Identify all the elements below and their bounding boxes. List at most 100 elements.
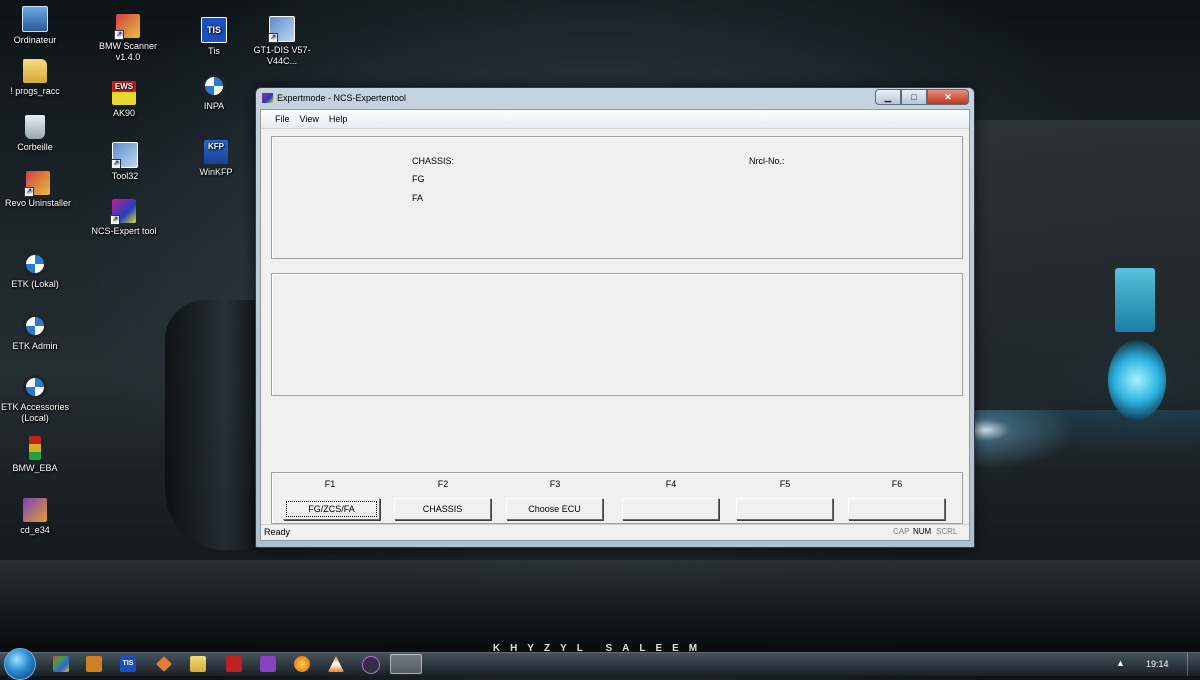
fkey-label-f2: F2	[437, 479, 449, 489]
folder-icon	[23, 59, 47, 83]
status-bar: Ready CAP NUM SCRL	[261, 524, 969, 540]
desktop-icon-inpa[interactable]: INPA	[174, 74, 254, 112]
desktop-icon-winkfp[interactable]: KFP WinKFP	[176, 140, 256, 178]
menu-help[interactable]: Help	[324, 110, 353, 128]
taskbar-vlc-icon[interactable]	[328, 656, 344, 672]
chassis-label: CHASSIS:	[412, 156, 455, 166]
bmw-logo-icon	[23, 314, 47, 338]
taskbar: TIS ▲ 19:14	[0, 648, 1200, 680]
taskbar-firefox-icon[interactable]	[294, 656, 310, 672]
fkey-label-f3: F3	[549, 479, 561, 489]
title-bar[interactable]: Expertmode - NCS-Expertentool ▁ □ ✕	[256, 88, 974, 108]
fg-label: FG	[412, 174, 425, 184]
bmw-logo-icon	[23, 252, 47, 276]
bmw-logo-icon	[202, 74, 226, 98]
desktop-icon-bmw-eba[interactable]: BMW_EBA	[0, 436, 75, 474]
nrcl-label: Nrcl-No.:	[749, 156, 785, 166]
bmw-scanner-icon: ↗	[114, 14, 140, 40]
gt1-dis-icon: ↗	[268, 16, 295, 43]
desktop-icon-etk-lokal[interactable]: ETK (Lokal)	[0, 252, 75, 290]
taskbar-explorer-icon[interactable]	[190, 656, 206, 672]
f3-button[interactable]: Choose ECU	[506, 498, 603, 520]
menu-file[interactable]: File	[270, 110, 295, 128]
app-icon	[262, 93, 273, 103]
window-controls: ▁ □ ✕	[875, 89, 969, 105]
traffic-light-icon	[29, 436, 41, 460]
tray-expand-icon[interactable]: ▲	[1116, 658, 1125, 668]
desktop-icon-label: Ordinateur	[13, 35, 57, 45]
f2-button[interactable]: CHASSIS	[394, 498, 491, 520]
f1-button[interactable]: FG/ZCS/FA	[283, 498, 380, 520]
revo-uninstaller-icon: ↗	[24, 171, 50, 197]
client-area: File View Help CHASSIS: FG FA Nrcl-No.: …	[260, 109, 970, 541]
desktop-icon-label: cd_e34	[20, 525, 50, 535]
desktop-icon-label: GT1-DIS V57-V44C...	[253, 45, 311, 66]
clock[interactable]: 19:14	[1146, 659, 1169, 669]
wallpaper-city	[970, 120, 1200, 410]
maximize-button[interactable]: □	[901, 89, 927, 105]
desktop-icon-ak90[interactable]: EWS AK90	[84, 81, 164, 119]
desktop-icon-gt1-dis[interactable]: ↗ GT1-DIS V57-V44C...	[242, 16, 322, 67]
desktop-icon-label: NCS-Expert tool	[91, 226, 157, 236]
ncs-expert-window: Expertmode - NCS-Expertentool ▁ □ ✕ File…	[255, 87, 975, 548]
ews-icon: EWS	[112, 81, 136, 105]
ncs-expert-icon: ↗	[110, 199, 136, 225]
taskbar-tis-icon[interactable]: TIS	[120, 656, 136, 672]
desktop-icon-cd-e34[interactable]: cd_e34	[0, 498, 75, 536]
desktop-icon-label: ETK Admin	[12, 341, 58, 351]
taskbar-app-icon-2[interactable]	[260, 656, 276, 672]
desktop-icon-etk-accessories[interactable]: ETK Accessories (Local)	[0, 375, 75, 424]
winkfp-icon: KFP	[204, 140, 228, 164]
taskbar-media-icon[interactable]	[362, 656, 380, 674]
desktop-icon-label: Tool32	[111, 171, 139, 181]
desktop-icon-etk-admin[interactable]: ETK Admin	[0, 314, 75, 352]
close-button[interactable]: ✕	[927, 89, 969, 105]
desktop-icon-bmw-scanner[interactable]: ↗ BMW Scanner v1.4.0	[88, 14, 168, 63]
desktop-icon-tool32[interactable]: ↗ Tool32	[85, 142, 165, 182]
function-key-panel: F1 F2 F3 F4 F5 F6 FG/ZCS/FA CHASSIS Choo…	[271, 472, 963, 524]
desktop-icon-label: ETK Accessories (Local)	[0, 402, 70, 423]
desktop-icon-revo[interactable]: ↗ Revo Uninstaller	[0, 171, 78, 209]
window-title: Expertmode - NCS-Expertentool	[277, 93, 407, 103]
desktop-icon-ncs-expert[interactable]: ↗ NCS-Expert tool	[84, 199, 164, 237]
taskbar-windows-icon[interactable]	[53, 656, 69, 672]
fkey-label-f5: F5	[779, 479, 791, 489]
f6-button[interactable]	[848, 498, 945, 520]
wallpaper-sign	[1115, 268, 1155, 332]
f4-button[interactable]	[622, 498, 719, 520]
desktop-icon-label: AK90	[112, 108, 136, 118]
taskbar-ncs-expert-active[interactable]	[390, 654, 422, 674]
recycle-bin-icon	[25, 115, 45, 139]
desktop-icon-progs-racc[interactable]: ! progs_racc	[0, 59, 75, 97]
desktop-icon-label: BMW_EBA	[12, 463, 58, 473]
desktop-icon-label: INPA	[203, 101, 225, 111]
desktop-icon-corbeille[interactable]: Corbeille	[0, 115, 75, 153]
output-panel	[271, 273, 963, 396]
show-desktop-button[interactable]	[1187, 653, 1200, 676]
cap-indicator: CAP	[893, 527, 910, 536]
fkey-label-f6: F6	[891, 479, 903, 489]
tis-icon: TIS	[201, 17, 227, 43]
status-text: Ready	[264, 527, 291, 537]
taskbar-app-icon[interactable]	[86, 656, 102, 672]
start-button[interactable]	[4, 648, 36, 680]
fkey-label-f4: F4	[665, 479, 677, 489]
fa-label: FA	[412, 193, 424, 203]
info-panel: CHASSIS: FG FA Nrcl-No.:	[271, 136, 963, 259]
desktop-icon-ordinateur[interactable]: Ordinateur	[0, 6, 75, 46]
menu-view[interactable]: View	[295, 110, 324, 128]
desktop-icon-label: BMW Scanner v1.4.0	[98, 41, 158, 62]
f5-button[interactable]	[736, 498, 833, 520]
tool32-icon: ↗	[111, 142, 138, 169]
wallpaper-road	[0, 560, 1200, 655]
desktop-icon-label: ETK (Lokal)	[11, 279, 59, 289]
desktop-icon-label: Tis	[208, 46, 220, 56]
bmw-logo-icon	[23, 375, 47, 399]
taskbar-diamond-icon[interactable]	[156, 656, 172, 672]
computer-icon	[22, 6, 48, 32]
desktop-icon-label: Corbeille	[17, 142, 53, 152]
taskbar-pdf-icon[interactable]	[226, 656, 242, 672]
wallpaper-car	[165, 300, 265, 550]
desktop-icon-label: WinKFP	[199, 167, 233, 177]
minimize-button[interactable]: ▁	[875, 89, 901, 105]
